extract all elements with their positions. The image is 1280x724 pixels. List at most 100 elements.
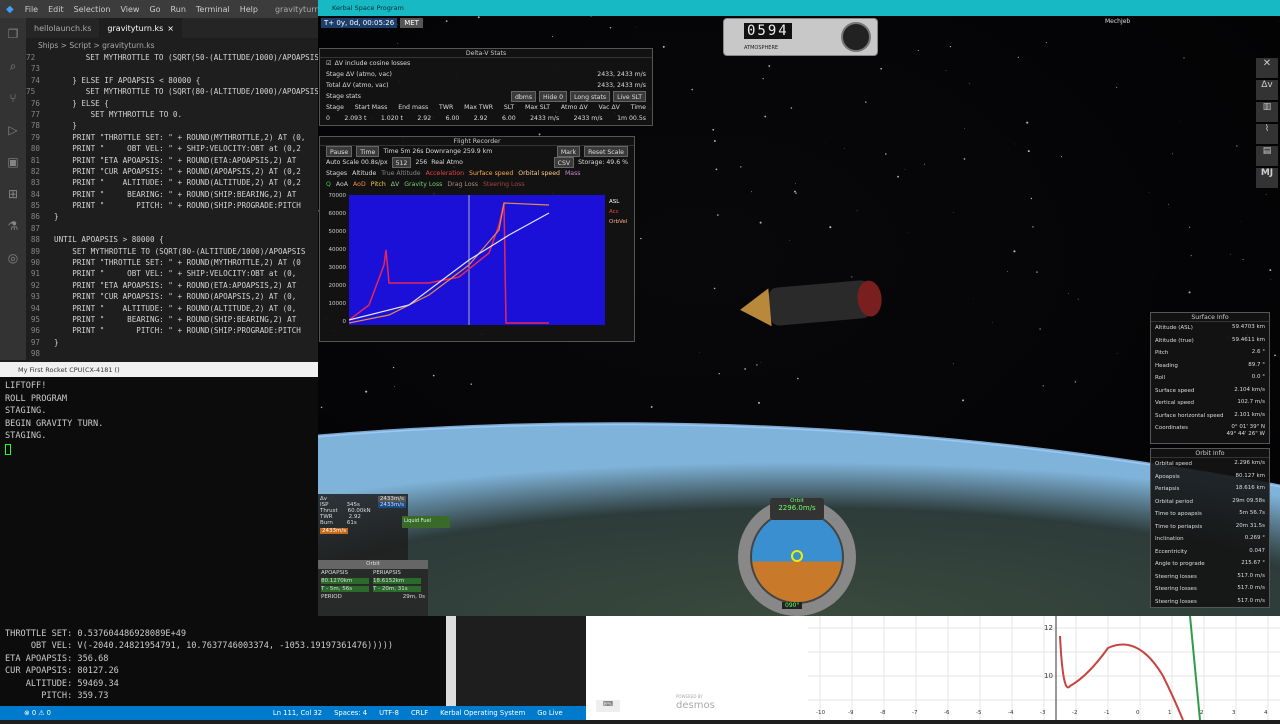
steering-loss-check[interactable]: Steering Loss	[483, 179, 525, 190]
code-line[interactable]: 91 PRINT " OBT VEL: " + SHIP:VELOCITY:OB…	[26, 268, 318, 279]
code-line[interactable]: 96 PRINT " PITCH: " + ROUND(SHIP:PROGRAD…	[26, 325, 318, 336]
remote-icon[interactable]: ▣	[0, 146, 26, 178]
search-icon[interactable]: ⌕	[0, 50, 26, 82]
code-line[interactable]: 88UNTIL APOAPSIS > 80000 {	[26, 234, 318, 245]
code-line[interactable]: 74 } ELSE IF APOAPSIS < 80000 {	[26, 75, 318, 86]
code-line[interactable]: 87	[26, 223, 318, 234]
code-line[interactable]: 81 PRINT "ETA APOAPSIS: " + ROUND(ETA:AP…	[26, 155, 318, 166]
code-line[interactable]: 72 SET MYTHROTTLE TO (SQRT(50-(ALTITUDE/…	[26, 52, 318, 63]
csv-button[interactable]: CSV	[554, 157, 574, 168]
testing-icon[interactable]: ⚗	[0, 210, 26, 242]
menu-edit[interactable]: Edit	[43, 5, 69, 14]
code-line[interactable]: 86}	[26, 211, 318, 222]
mark-button[interactable]: Mark	[557, 146, 580, 157]
stages-check[interactable]: Stages	[326, 168, 347, 179]
code-line[interactable]: 94 PRINT " ALTITUDE: " + ROUND(ALTITUDE,…	[26, 303, 318, 314]
code-line[interactable]: 78 }	[26, 120, 318, 131]
autoscale-checkbox[interactable]: Auto Scale 00.8s/px	[326, 157, 388, 168]
mechjeb-menu[interactable]: MechJeb	[1105, 18, 1130, 25]
scale-field[interactable]: 512	[392, 157, 412, 168]
desmos-expressions-panel[interactable]: ⌨ POWERED BY desmos	[586, 616, 808, 720]
orbital-speed-check[interactable]: Orbital speed	[518, 168, 560, 179]
close-icon[interactable]: ×	[167, 24, 174, 33]
code-line[interactable]: 82 PRINT "CUR APOAPSIS: " + ROUND(APOAPS…	[26, 166, 318, 177]
code-line[interactable]: 93 PRINT "CUR APOAPSIS: " + ROUND(APOAPS…	[26, 291, 318, 302]
code-line[interactable]: 98	[26, 348, 318, 359]
explorer-icon[interactable]: ❐	[0, 18, 26, 50]
altitude-check[interactable]: Altitude	[352, 168, 376, 179]
menu-go[interactable]: Go	[144, 5, 165, 14]
acceleration-check[interactable]: Acceleration	[426, 168, 464, 179]
mass-check[interactable]: Mass	[565, 168, 581, 179]
code-line[interactable]: 89 SET MYTHROTTLE TO (SQRT(80-(ALTITUDE/…	[26, 246, 318, 257]
code-line[interactable]: 75 SET MYTHROTTLE TO (SQRT(80-(ALTITUDE/…	[26, 86, 318, 97]
menu-view[interactable]: View	[115, 5, 144, 14]
keyboard-icon[interactable]: ⌨	[596, 700, 620, 712]
mj-icon[interactable]: MJ	[1256, 168, 1278, 188]
surface-speed-check[interactable]: Surface speed	[469, 168, 513, 179]
code-editor[interactable]: 72 SET MYTHROTTLE TO (SQRT(50-(ALTITUDE/…	[26, 52, 318, 360]
menu-run[interactable]: Run	[166, 5, 191, 14]
menu-selection[interactable]: Selection	[69, 5, 116, 14]
checkbox-icon[interactable]: ☑	[326, 58, 332, 69]
long-stats-button[interactable]: Long stats	[570, 91, 610, 102]
ksp-viewport[interactable]: T+ 0y, 0d, 00:05:26 MET 0594 ATMOSPHERE …	[318, 16, 1280, 616]
code-line[interactable]: 85 PRINT " PITCH: " + ROUND(SHIP:PROGRAD…	[26, 200, 318, 211]
deltav-window[interactable]: Delta-V Stats ☑ΔV include cosine losses …	[319, 48, 653, 126]
cursor-position[interactable]: Ln 111, Col 32	[273, 709, 322, 717]
aod-check[interactable]: AoD	[353, 179, 366, 190]
gravity-loss-check[interactable]: Gravity Loss	[404, 179, 442, 190]
live-share-icon[interactable]: ◎	[0, 242, 26, 274]
true-altitude-check[interactable]: True Altitude	[381, 168, 420, 179]
tab-hellolaunch[interactable]: hellolaunch.ks	[26, 18, 99, 38]
language-status[interactable]: Kerbal Operating System	[440, 709, 525, 717]
code-line[interactable]: 84 PRINT " BEARING: " + ROUND(SHIP:BEARI…	[26, 189, 318, 200]
real-atmo-checkbox[interactable]: Real Atmo	[431, 157, 463, 168]
indent-status[interactable]: Spaces: 4	[334, 709, 367, 717]
breadcrumb[interactable]: Ships > Script > gravityturn.ks	[26, 38, 318, 52]
live-slt-button[interactable]: Live SLT	[613, 91, 646, 102]
encoding-status[interactable]: UTF-8	[379, 709, 399, 717]
code-line[interactable]: 90 PRINT "THROTTLE SET: " + ROUND(MYTHRO…	[26, 257, 318, 268]
code-line[interactable]: 80 PRINT " OBT VEL: " + SHIP:VELOCITY:OB…	[26, 143, 318, 154]
reset-scale-button[interactable]: Reset Scale	[584, 146, 628, 157]
code-line[interactable]: 92 PRINT "ETA APOAPSIS: " + ROUND(ETA:AP…	[26, 280, 318, 291]
tab-gravityturn[interactable]: gravityturn.ks×	[99, 18, 182, 38]
graph-icon[interactable]: ⌇	[1256, 124, 1278, 144]
code-line[interactable]: 95 PRINT " BEARING: " + ROUND(SHIP:BEARI…	[26, 314, 318, 325]
surface-info-window[interactable]: Surface Info Altitude (ASL)59.4703 kmAlt…	[1150, 312, 1270, 444]
crew-icon[interactable]: ▥	[1256, 102, 1278, 122]
code-line[interactable]: 97}	[26, 337, 318, 348]
run-debug-icon[interactable]: ▷	[0, 114, 26, 146]
menu-help[interactable]: Help	[235, 5, 263, 14]
extensions-icon[interactable]: ⊞	[0, 178, 26, 210]
code-line[interactable]: 83 PRINT " ALTITUDE: " + ROUND(ALTITUDE,…	[26, 177, 318, 188]
camera-icon[interactable]: ▤	[1256, 146, 1278, 166]
problems-status[interactable]: ⊗ 0 ⚠ 0	[24, 709, 51, 717]
code-line[interactable]: 76 } ELSE {	[26, 98, 318, 109]
kos-terminal[interactable]: LIFTOFF! ROLL PROGRAM STAGING. BEGIN GRA…	[0, 377, 318, 616]
terminal-scrollbar[interactable]	[446, 616, 456, 706]
menu-terminal[interactable]: Terminal	[191, 5, 235, 14]
code-line[interactable]: 73	[26, 63, 318, 74]
source-control-icon[interactable]: ⑂	[0, 82, 26, 114]
code-line[interactable]: 79 PRINT "THROTTLE SET: " + ROUND(MYTHRO…	[26, 132, 318, 143]
aoa-check[interactable]: AoA	[336, 179, 348, 190]
deltav-icon[interactable]: Δv	[1256, 80, 1278, 100]
pause-button[interactable]: Pause	[326, 146, 352, 157]
code-line[interactable]: 77 SET MYTHROTTLE TO 0.	[26, 109, 318, 120]
desmos-graph[interactable]: 12 10 -10-9-8-7-6-5-4-3-2-101234	[808, 616, 1280, 720]
kos-output[interactable]: THROTTLE SET: 0.537604486928089E+49 OBT …	[0, 616, 446, 706]
hide0-button[interactable]: Hide 0	[539, 91, 567, 102]
navball[interactable]: Orbit 2296.0m/s 090°	[730, 494, 864, 616]
flight-recorder-window[interactable]: Flight Recorder Pause Time Time 5m 26s D…	[319, 136, 635, 342]
orbit-info-window[interactable]: Orbit Info Orbital speed2.296 km/sApoaps…	[1150, 448, 1270, 608]
eol-status[interactable]: CRLF	[411, 709, 428, 717]
time-button[interactable]: Time	[356, 146, 379, 157]
dbms-button[interactable]: dbms	[511, 91, 536, 102]
wrench-icon[interactable]: ✕	[1256, 58, 1278, 78]
drag-loss-check[interactable]: Drag Loss	[447, 179, 478, 190]
menu-file[interactable]: File	[20, 5, 43, 14]
q-check[interactable]: Q	[326, 179, 331, 190]
orbit-panel[interactable]: Orbit APOAPSISPERIAPSIS 80.1270km18.6152…	[318, 560, 428, 616]
